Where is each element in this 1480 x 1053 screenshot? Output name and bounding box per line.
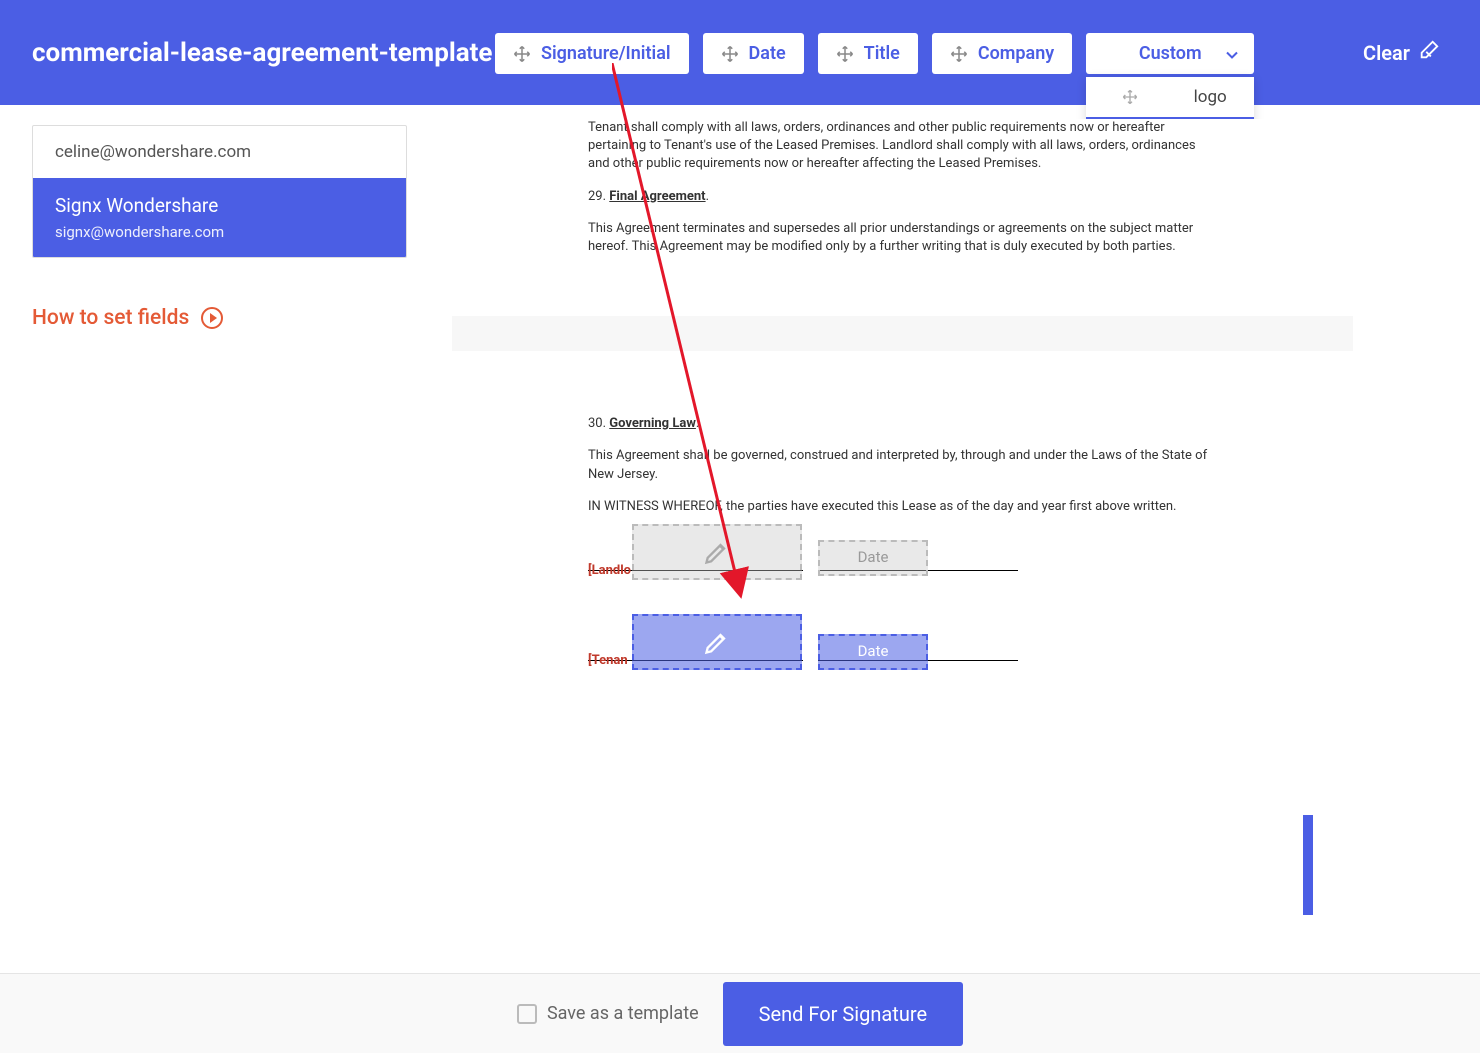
company-field-label: Company (978, 43, 1054, 64)
tenant-label: [Tenan (588, 652, 628, 670)
custom-field-dropdown[interactable]: Custom (1086, 33, 1254, 74)
move-icon (950, 45, 968, 63)
how-to-set-fields-link[interactable]: How to set fields (32, 306, 407, 330)
date-field-label: Date (749, 43, 786, 64)
section-heading: 30. Governing Law. (588, 415, 1217, 433)
paragraph: This Agreement shall be governed, constr… (588, 447, 1217, 483)
section-heading: 29. Final Agreement. (588, 188, 1217, 206)
document-title: commercial-lease-agreement-template- (32, 38, 492, 68)
document-page: 30. Governing Law. This Agreement shall … (520, 351, 1285, 901)
pen-icon (703, 628, 731, 656)
custom-field-label: Custom (1139, 43, 1202, 64)
recipient-item[interactable]: celine@wondershare.com (33, 126, 406, 178)
save-as-template-checkbox[interactable]: Save as a template (517, 1003, 699, 1024)
title-field-label: Title (864, 43, 900, 64)
signature-placeholder-landlord[interactable] (632, 524, 802, 580)
recipient-list: celine@wondershare.com Signx Wondershare… (32, 125, 407, 258)
document-page: Tenant shall comply with all laws, order… (520, 119, 1285, 316)
signature-placeholder-tenant[interactable] (632, 614, 802, 670)
checkbox-icon (517, 1004, 537, 1024)
header: commercial-lease-agreement-template- Sig… (0, 0, 1480, 105)
landlord-signature-line: [Landlo Date (588, 540, 1217, 580)
custom-option-logo-label: logo (1180, 87, 1240, 107)
move-icon (1100, 88, 1160, 106)
date-placeholder-label: Date (858, 547, 889, 568)
move-icon (836, 45, 854, 63)
clear-label: Clear (1363, 41, 1410, 65)
section-title: Final Agreement (609, 189, 705, 204)
send-for-signature-button[interactable]: Send For Signature (723, 982, 963, 1046)
pen-icon (703, 538, 731, 566)
clear-button[interactable]: Clear (1363, 39, 1440, 66)
date-placeholder-landlord[interactable]: Date (818, 540, 928, 576)
section-title: Governing Law (609, 416, 696, 431)
recipient-email: celine@wondershare.com (55, 142, 384, 162)
date-placeholder-label: Date (858, 641, 889, 662)
field-toolbar: Signature/Initial Date Title Company Cus… (495, 33, 1254, 74)
play-icon (201, 307, 223, 329)
paragraph: Tenant shall comply with all laws, order… (588, 119, 1217, 174)
landlord-label: [Landlo (588, 562, 631, 580)
howto-label: How to set fields (32, 306, 189, 330)
paragraph: This Agreement terminates and supersedes… (588, 220, 1217, 256)
sidebar: celine@wondershare.com Signx Wondershare… (32, 125, 407, 330)
title-field-button[interactable]: Title (818, 33, 918, 74)
save-template-label: Save as a template (547, 1003, 699, 1024)
scrollbar-thumb[interactable] (1303, 815, 1313, 915)
company-field-button[interactable]: Company (932, 33, 1072, 74)
move-icon (513, 45, 531, 63)
signature-field-button[interactable]: Signature/Initial (495, 33, 689, 74)
page-break (452, 316, 1353, 351)
date-placeholder-tenant[interactable]: Date (818, 634, 928, 670)
caret-down-icon (1226, 43, 1238, 64)
paragraph: IN WITNESS WHEREOF, the parties have exe… (588, 498, 1217, 516)
move-icon (721, 45, 739, 63)
document-area[interactable]: Tenant shall comply with all laws, order… (520, 105, 1285, 943)
section-number: 30. (588, 416, 606, 431)
recipient-item-selected[interactable]: Signx Wondershare signx@wondershare.com (33, 178, 406, 257)
date-field-button[interactable]: Date (703, 33, 804, 74)
section-number: 29. (588, 189, 606, 204)
tenant-signature-line: [Tenan Date (588, 630, 1217, 670)
signature-field-label: Signature/Initial (541, 43, 671, 64)
recipient-email: signx@wondershare.com (55, 223, 384, 241)
footer: Save as a template Send For Signature (0, 973, 1480, 1053)
eraser-icon (1418, 39, 1440, 66)
recipient-name: Signx Wondershare (55, 194, 384, 217)
